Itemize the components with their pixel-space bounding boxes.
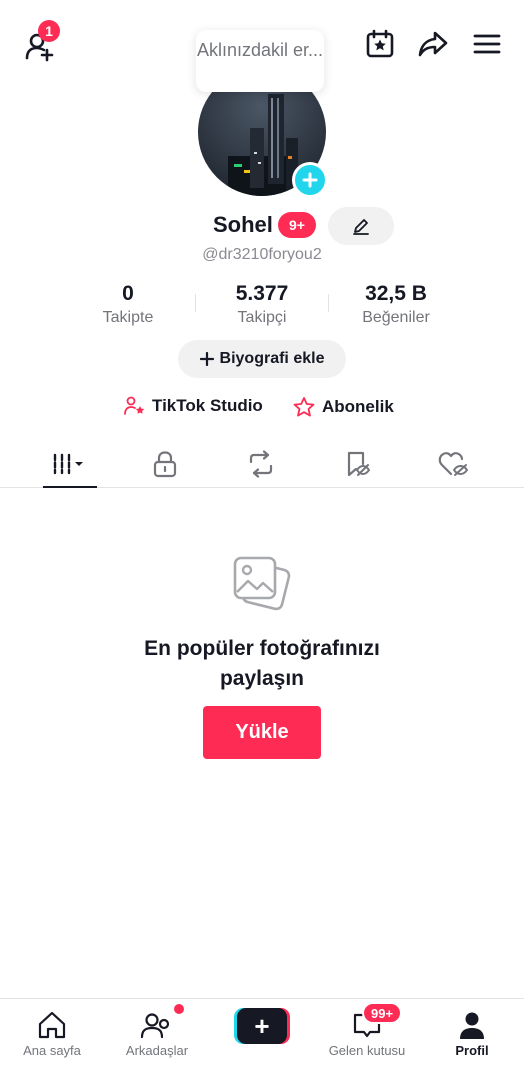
create-button[interactable]: + [234,1008,290,1044]
add-friend-badge: 1 [38,20,60,42]
stat-divider [328,294,329,312]
upload-button[interactable]: Yükle [203,706,321,759]
stat-following-label: Takipte [102,309,154,326]
stat-following[interactable]: 0 Takipte [63,282,193,327]
nav-profile[interactable]: Profil [420,999,524,1080]
friends-icon [140,1013,170,1039]
username-badge: 9+ [278,212,316,238]
heart-hidden-icon [438,452,469,476]
empty-state-title-line1: En popüler fotoğrafınızı [144,637,380,660]
pencil-icon [353,219,369,235]
stat-followers[interactable]: 5.377 Takipçi [197,282,327,327]
nav-home[interactable]: Ana sayfa [0,999,104,1080]
subscription-label: Abonelik [322,397,394,416]
menu-button[interactable] [468,26,506,62]
tab-liked[interactable] [424,440,484,488]
stat-following-value: 0 [122,282,134,305]
tiktok-studio-link[interactable]: TikTok Studio [124,396,263,416]
status-bubble-text: Aklınızdakil er... [196,40,324,60]
videos-grid-icon [53,453,83,475]
add-story-button[interactable] [292,162,328,198]
stat-likes[interactable]: 32,5 B Beğeniler [331,282,461,327]
nav-friends-label: Arkadaşlar [125,1043,189,1058]
stat-followers-label: Takipçi [237,309,287,326]
profile-tabs [0,440,524,488]
stat-divider [195,294,196,312]
empty-state-title-line2: paylaşın [219,667,305,690]
menu-icon [473,34,501,54]
tab-private[interactable] [135,440,195,488]
photos-icon [230,552,294,621]
home-icon [38,1011,66,1039]
repost-icon [249,450,273,478]
nav-home-label: Ana sayfa [23,1043,81,1058]
subscription-link[interactable]: Abonelik [292,396,394,418]
lock-icon [153,451,177,478]
share-button[interactable] [414,26,452,62]
friends-notification-dot [174,1004,184,1014]
calendar-button[interactable] [362,26,398,62]
stat-likes-label: Beğeniler [362,309,430,326]
active-tab-indicator [43,486,97,488]
add-bio-label: Biyografi ekle [219,350,325,367]
share-icon [418,31,448,57]
edit-profile-button[interactable] [328,207,394,245]
bookmark-hidden-icon [347,451,371,477]
inbox-badge: 99+ [362,1002,403,1024]
create-plus-icon: + [237,1008,287,1044]
subscription-star-icon [293,397,315,417]
nav-inbox-label: Gelen kutusu [328,1043,406,1058]
nav-friends[interactable]: Arkadaşlar [105,999,209,1080]
tiktok-studio-label: TikTok Studio [152,396,263,415]
stat-followers-value: 5.377 [235,282,289,305]
tab-favorites[interactable] [328,440,388,488]
profile-icon [460,1012,484,1039]
calendar-star-icon [366,29,394,58]
status-bubble[interactable]: Aklınızdakil er... [196,30,324,92]
handle: @dr3210foryou2 [202,246,322,263]
stat-likes-value: 32,5 B [365,282,427,305]
nav-profile-label: Profil [455,1043,489,1058]
plus-icon [302,172,318,188]
add-bio-button[interactable]: Biyografi ekle [178,340,346,378]
studio-person-star-icon [124,396,145,415]
plus-icon [199,352,214,366]
tab-videos[interactable] [40,440,100,488]
empty-state-title: En popüler fotoğrafınızı paylaşın [0,634,524,694]
username: Sohel [213,212,273,237]
tab-reposts[interactable] [231,440,291,488]
